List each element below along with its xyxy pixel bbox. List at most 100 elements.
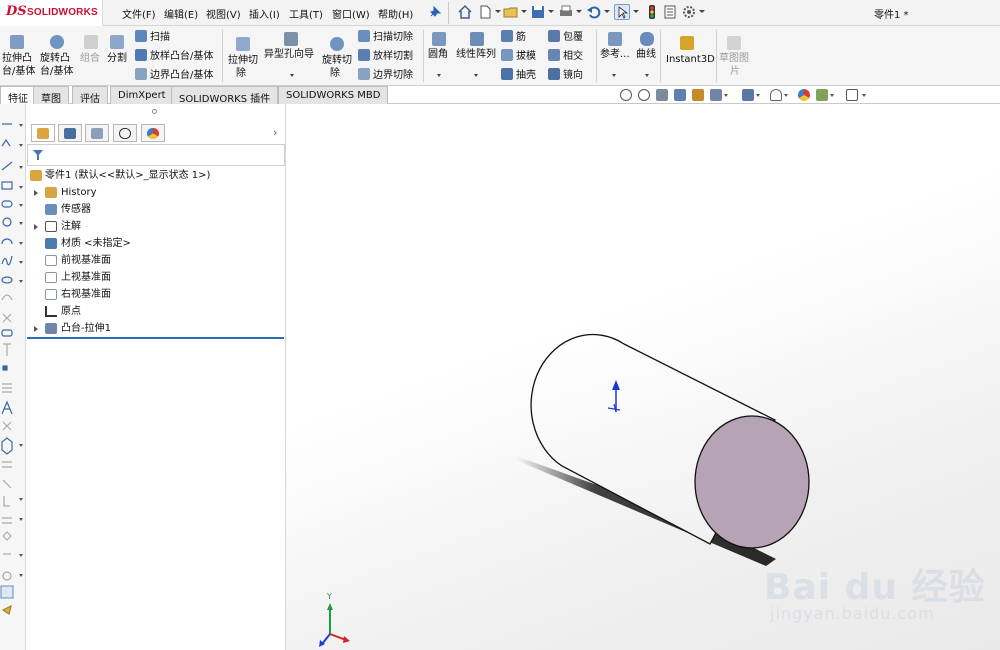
extrude-boss-icon[interactable] [10,35,24,49]
display-style-dropdown-icon[interactable] [756,94,760,97]
circle-dropdown-icon[interactable] [19,186,23,189]
view-settings-monitor-icon[interactable] [846,89,858,101]
save-icon[interactable] [530,4,546,20]
undo-dropdown-icon[interactable] [604,10,610,13]
mirror-button[interactable]: 镜向 [548,68,583,82]
menu-view[interactable]: 视图(V) [206,6,241,21]
revolve-cut-button[interactable]: 旋转切 除 [322,54,352,80]
curves-dropdown-icon[interactable] [645,74,649,77]
reference-geometry-icon[interactable] [608,32,622,46]
section-view-icon[interactable] [674,89,686,101]
reference-dropdown-icon[interactable] [612,74,616,77]
instant3d-button[interactable]: Instant3D [666,53,715,66]
relations-dropdown-icon[interactable] [19,554,23,557]
rollback-bar[interactable] [27,337,284,339]
pattern-dropdown-icon[interactable] [474,74,478,77]
tab-solidworks-addins[interactable]: SOLIDWORKS 插件 [171,86,279,105]
intersect-button[interactable]: 相交 [548,49,583,63]
split-icon[interactable] [110,35,124,49]
print-icon[interactable] [558,4,574,20]
rib-button[interactable]: 筋 [501,30,526,44]
new-dropdown-icon[interactable] [495,10,501,13]
graphics-area[interactable]: Y Bai du 经验 jingyan.baidu.com [286,104,1000,650]
expand-arrow-icon[interactable] [34,224,38,230]
tab-configuration-manager[interactable] [85,124,109,142]
home-icon[interactable] [457,4,473,20]
previous-view-icon[interactable] [656,89,668,101]
view-orientation-icon[interactable] [710,89,722,101]
zoom-to-area-icon[interactable] [638,89,650,101]
chevron-right-icon[interactable]: › [273,126,277,139]
new-document-icon[interactable] [477,4,493,20]
apply-scene-icon[interactable] [816,89,828,101]
spline-dropdown-icon[interactable] [19,242,23,245]
curves-button[interactable]: 曲线 [636,48,656,61]
tab-solidworks-mbd[interactable]: SOLIDWORKS MBD [278,86,389,104]
wrap-button[interactable]: 包覆 [548,30,583,44]
linear-pattern-icon[interactable] [470,32,484,46]
loft-boss-button[interactable]: 放样凸台/基体 [135,49,213,63]
print-dropdown-icon[interactable] [576,10,582,13]
lofted-cut-button[interactable]: 放样切割 [358,49,413,63]
boundary-boss-button[interactable]: 边界凸台/基体 [135,68,213,82]
options-gear-icon[interactable] [681,4,697,20]
tree-item-annotations[interactable]: 注解 [27,218,285,235]
tree-item-origin[interactable]: 原点 [27,303,285,320]
polygon-dropdown-icon[interactable] [19,222,23,225]
rebuild-traffic-light-icon[interactable] [644,4,660,20]
offset-dropdown-icon[interactable] [19,444,23,447]
panel-grip-icon[interactable] [152,109,157,114]
options-dropdown-icon[interactable] [699,10,705,13]
menu-edit[interactable]: 编辑(E) [164,6,198,21]
tree-item-right-plane[interactable]: 右视基准面 [27,286,285,303]
boundary-cut-button[interactable]: 边界切除 [358,68,413,82]
apply-scene-dropdown-icon[interactable] [830,94,834,97]
tab-dimxpert[interactable]: DimXpert [110,86,174,104]
fillet-dropdown-icon[interactable] [437,74,441,77]
tree-item-material[interactable]: 材质 <未指定> [27,235,285,252]
view-orientation-dropdown-icon[interactable] [724,94,728,97]
open-folder-icon[interactable] [503,4,519,20]
combine-button[interactable]: 组合 [80,52,100,65]
sketch-picture-button[interactable]: 草图图 片 [719,52,749,78]
tree-item-history[interactable]: History [27,184,285,201]
select-dropdown-icon[interactable] [633,10,639,13]
swept-cut-button[interactable]: 扫描切除 [358,30,413,44]
split-button[interactable]: 分割 [107,52,127,65]
cylinder-end-face[interactable] [694,415,810,549]
fillet-button[interactable]: 圆角 [428,48,448,61]
hide-show-items-icon[interactable] [770,89,782,101]
rectangle-dropdown-icon[interactable] [19,144,23,147]
repair-dropdown-icon[interactable] [19,574,23,577]
view-settings-dropdown-icon[interactable] [862,94,866,97]
hole-wizard-icon[interactable] [284,32,298,46]
extrude-boss-button[interactable]: 拉伸凸 台/基体 [2,52,35,78]
tab-sketch[interactable]: 草图 [33,86,69,105]
curves-icon[interactable] [640,32,654,46]
tab-featuremanager-tree[interactable] [31,124,55,142]
mirror-sketch-dropdown-icon[interactable] [19,498,23,501]
menu-window[interactable]: 窗口(W) [332,6,370,21]
open-dropdown-icon[interactable] [521,10,527,13]
arc-dropdown-icon[interactable] [19,204,23,207]
dynamic-annotation-icon[interactable] [692,89,704,101]
extrude-cut-button[interactable]: 拉伸切 除 [228,54,258,80]
fillet-sketch-dropdown-icon[interactable] [19,280,23,283]
expand-arrow-icon[interactable] [34,326,38,332]
tree-filter-bar[interactable] [27,144,285,166]
save-dropdown-icon[interactable] [548,10,554,13]
extrude-cut-icon[interactable] [236,37,250,51]
ellipse-dropdown-icon[interactable] [19,261,23,264]
edit-appearance-icon[interactable] [798,89,810,101]
revolve-boss-button[interactable]: 旋转凸 台/基体 [40,52,73,78]
draft-button[interactable]: 拔模 [501,49,536,63]
menu-file[interactable]: 文件(F) [122,6,156,21]
tab-features[interactable]: 特征 [0,86,36,105]
reference-geometry-button[interactable]: 参考... [600,48,630,61]
menu-help[interactable]: 帮助(H) [378,6,413,21]
tab-evaluate[interactable]: 评估 [72,86,108,105]
zoom-to-fit-icon[interactable] [620,89,632,101]
revolve-boss-icon[interactable] [50,35,64,49]
sweep-button[interactable]: 扫描 [135,30,170,44]
tree-root-part[interactable]: 零件1 (默认<<默认>_显示状态 1>) [27,167,285,184]
